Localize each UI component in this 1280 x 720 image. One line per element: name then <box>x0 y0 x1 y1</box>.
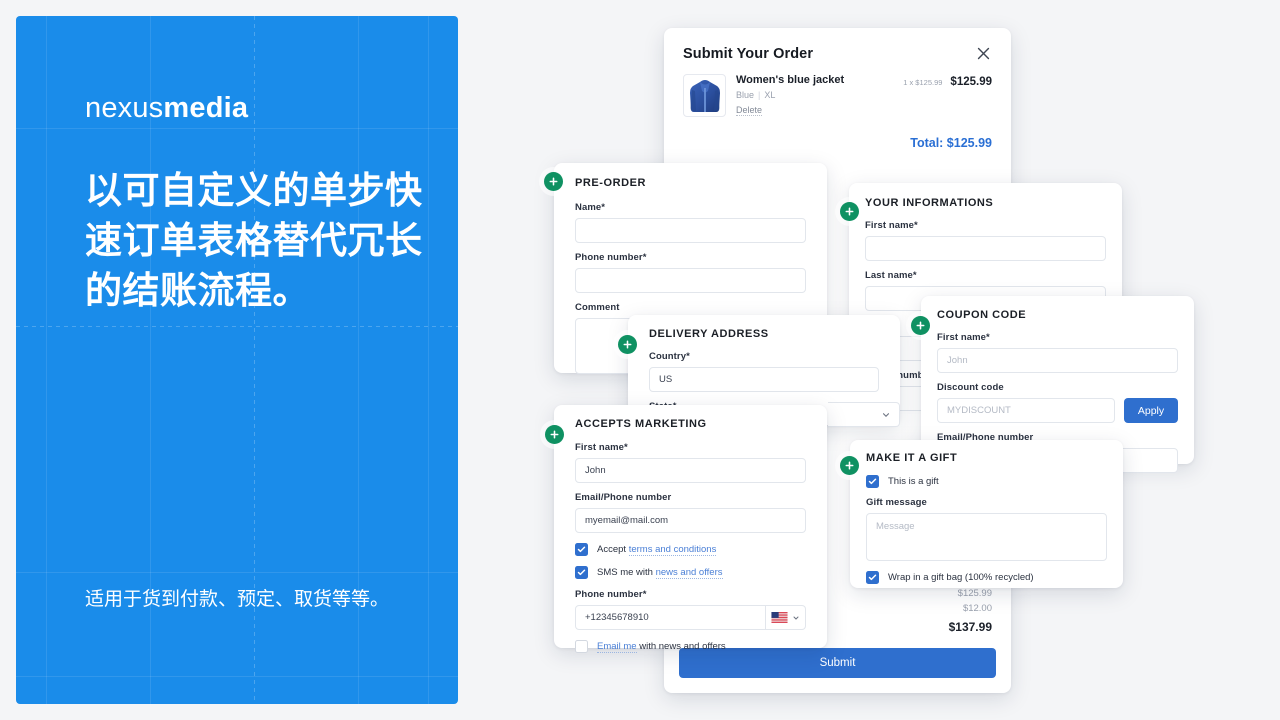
delete-item-link[interactable]: Delete <box>736 105 763 116</box>
delivery-country-input[interactable]: US <box>649 367 879 392</box>
coupon-discount-label: Discount code <box>937 382 1004 393</box>
accept-terms-checkbox[interactable] <box>575 543 588 556</box>
is-gift-row[interactable]: This is a gift <box>866 475 1107 488</box>
close-icon[interactable] <box>975 45 992 62</box>
preorder-phone-input[interactable] <box>575 268 806 293</box>
product-details: Women's blue jacket Blue | XL Delete <box>736 74 893 118</box>
country-code-selector[interactable] <box>766 605 806 630</box>
make-it-a-gift-card: MAKE IT A GIFT This is a gift Gift messa… <box>850 440 1123 588</box>
email-optin-label: Email me with news and offers <box>597 641 726 653</box>
marketing-firstname-label: First name* <box>575 442 628 453</box>
brand-logo: nexusmedia <box>85 92 248 125</box>
accept-terms-row[interactable]: Accept terms and conditions <box>575 543 806 556</box>
accept-terms-label: Accept terms and conditions <box>597 544 717 556</box>
product-pricing: 1 x $125.99 $125.99 <box>903 74 992 88</box>
plus-icon <box>623 340 632 349</box>
order-total: Total: $125.99 <box>910 136 992 150</box>
preorder-phone-label: Phone number* <box>575 252 647 263</box>
yourinfo-firstname-input[interactable] <box>865 236 1106 261</box>
check-icon <box>577 546 586 553</box>
yourinfo-title: YOUR INFORMATIONS <box>865 197 994 209</box>
wrap-gift-checkbox[interactable] <box>866 571 879 584</box>
plus-icon <box>845 461 854 470</box>
check-icon <box>577 569 586 576</box>
chevron-down-icon <box>882 412 890 417</box>
preorder-name-label: Name* <box>575 202 606 213</box>
plus-icon <box>550 430 559 439</box>
promo-subline: 适用于货到付款、预定、取货等等。 <box>85 589 390 610</box>
gift-title: MAKE IT A GIFT <box>866 452 958 464</box>
coupon-title: COUPON CODE <box>937 309 1027 321</box>
accepts-marketing-card: ACCEPTS MARKETING First name* John Email… <box>554 405 827 653</box>
add-gift-badge[interactable] <box>840 456 859 475</box>
screenshot-root: nexusmedia 以可自定义的单步快速订单表格替代冗长的结账流程。 适用于货… <box>0 0 1280 720</box>
product-variant: Blue | XL <box>736 90 893 100</box>
plus-icon <box>549 177 558 186</box>
order-line-item: Women's blue jacket Blue | XL Delete 1 x $… <box>664 62 1011 118</box>
sms-optin-prefix: SMS me with <box>597 567 653 578</box>
chevron-down-icon <box>793 616 799 620</box>
add-yourinfo-badge[interactable] <box>840 202 859 221</box>
plus-icon <box>845 207 854 216</box>
delivery-country-label: Country* <box>649 351 690 362</box>
sms-optin-checkbox[interactable] <box>575 566 588 579</box>
order-header: Submit Your Order <box>664 28 1011 62</box>
product-thumbnail <box>683 74 726 117</box>
yourinfo-firstname-label: First name* <box>865 220 918 231</box>
add-coupon-badge[interactable] <box>911 316 930 335</box>
jacket-image <box>689 79 720 112</box>
wrap-gift-row[interactable]: Wrap in a gift bag (100% recycled) <box>866 571 1107 584</box>
news-and-offers-link[interactable]: news and offers <box>655 567 723 579</box>
coupon-firstname-label: First name* <box>937 332 990 343</box>
email-optin-checkbox[interactable] <box>575 640 588 653</box>
email-optin-row[interactable]: Email me with news and offers <box>575 640 806 653</box>
gift-message-textarea[interactable]: Message <box>866 513 1107 561</box>
sms-optin-row[interactable]: SMS me with news and offers <box>575 566 806 579</box>
promo-panel: nexusmedia 以可自定义的单步快速订单表格替代冗长的结账流程。 适用于货… <box>16 16 458 704</box>
preorder-name-input[interactable] <box>575 218 806 243</box>
preorder-title: PRE-ORDER <box>575 177 646 189</box>
add-marketing-badge[interactable] <box>545 425 564 444</box>
promo-headline: 以可自定义的单步快速订单表格替代冗长的结账流程。 <box>85 170 423 311</box>
variant-separator: | <box>758 90 761 100</box>
marketing-phone-label: Phone number* <box>575 589 647 600</box>
add-preorder-badge[interactable] <box>544 172 563 191</box>
check-icon <box>868 574 877 581</box>
order-title: Submit Your Order <box>683 45 814 62</box>
add-delivery-badge[interactable] <box>618 335 637 354</box>
delivery-title: DELIVERY ADDRESS <box>649 328 769 340</box>
product-size: XL <box>764 90 776 100</box>
product-color: Blue <box>736 90 755 100</box>
preorder-comment-label: Comment <box>575 302 620 313</box>
email-me-link[interactable]: Email me <box>597 641 637 653</box>
terms-and-conditions-link[interactable]: terms and conditions <box>628 544 717 556</box>
email-optin-suffix: with news and offers <box>639 641 726 652</box>
yourinfo-lastname-label: Last name* <box>865 270 917 281</box>
marketing-firstname-input[interactable]: John <box>575 458 806 483</box>
is-gift-label: This is a gift <box>888 476 939 487</box>
is-gift-checkbox[interactable] <box>866 475 879 488</box>
unit-price: 1 x $125.99 <box>903 78 943 87</box>
marketing-emailphone-label: Email/Phone number <box>575 492 672 503</box>
check-icon <box>868 478 877 485</box>
gift-message-label: Gift message <box>866 497 927 508</box>
coupon-discount-input[interactable]: MYDISCOUNT <box>937 398 1115 423</box>
marketing-emailphone-input[interactable]: myemail@mail.com <box>575 508 806 533</box>
apply-coupon-button[interactable]: Apply <box>1124 398 1178 423</box>
coupon-code-card: COUPON CODE First name* John Discount co… <box>921 296 1194 473</box>
us-flag-icon <box>771 612 788 623</box>
sms-optin-label: SMS me with news and offers <box>597 567 723 579</box>
marketing-title: ACCEPTS MARKETING <box>575 418 707 430</box>
logo-text-light: nexus <box>85 92 164 124</box>
accept-terms-prefix: Accept <box>597 544 627 555</box>
product-name: Women's blue jacket <box>736 74 845 86</box>
line-price: $125.99 <box>950 76 992 88</box>
wrap-gift-label: Wrap in a gift bag (100% recycled) <box>888 572 1034 583</box>
coupon-firstname-input[interactable]: John <box>937 348 1178 373</box>
marketing-phone-input[interactable]: +12345678910 <box>575 605 766 630</box>
phone-input-group: +12345678910 <box>575 605 806 630</box>
logo-text-bold: media <box>163 92 249 124</box>
plus-icon <box>916 321 925 330</box>
delivery-state-select[interactable] <box>828 402 900 427</box>
